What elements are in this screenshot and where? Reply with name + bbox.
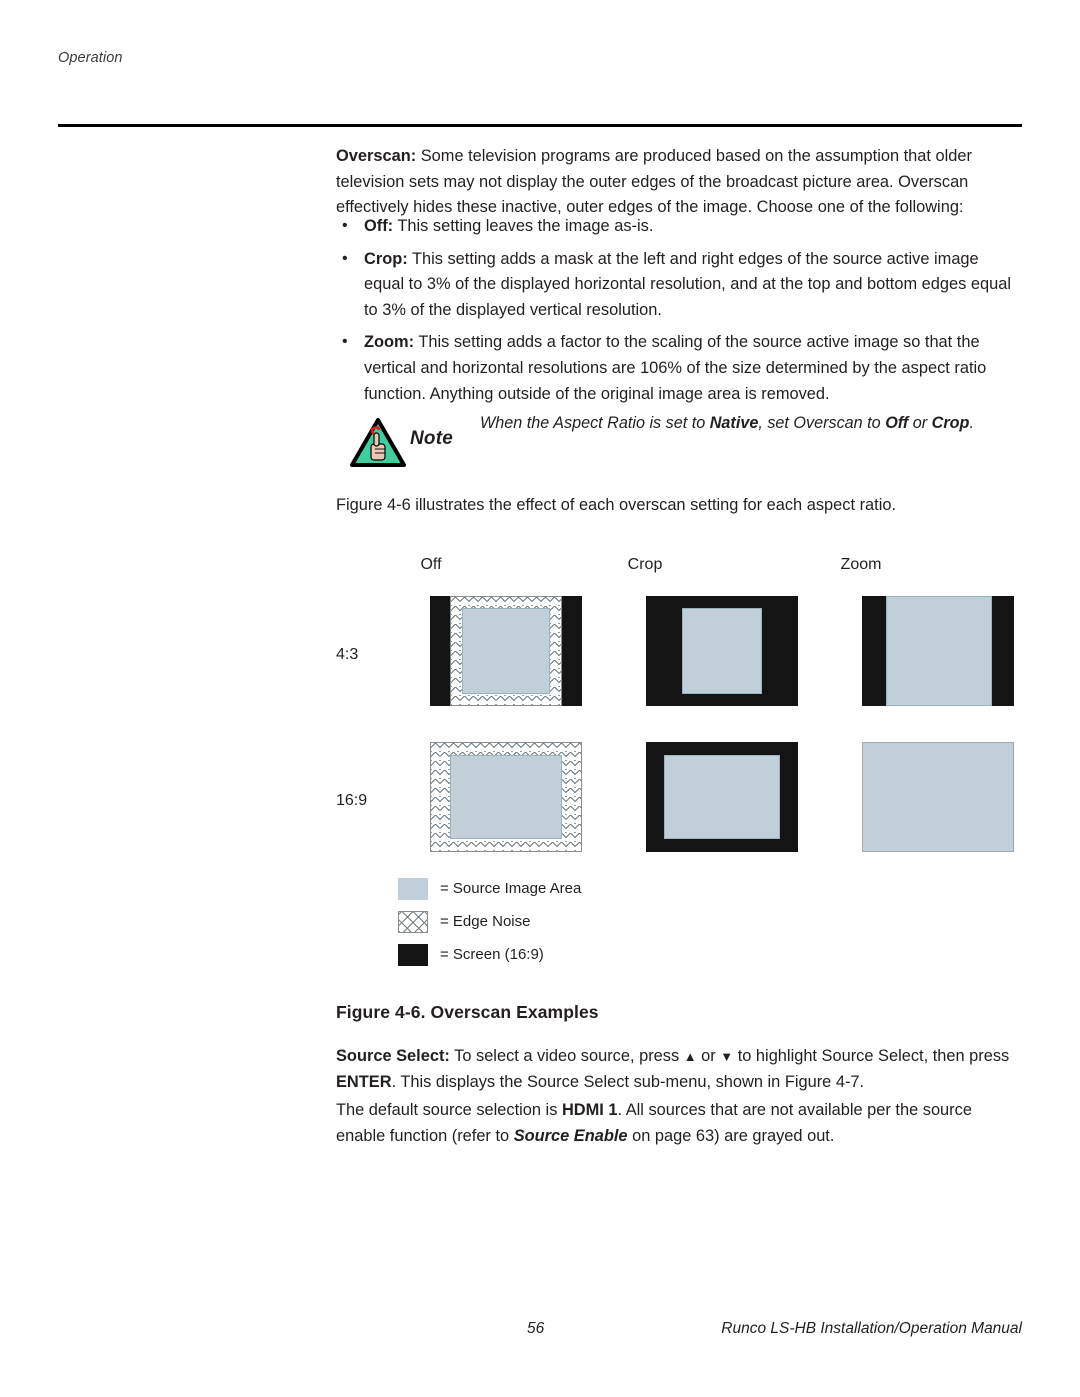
source-image-area	[462, 608, 550, 694]
overscan-label: Overscan:	[336, 147, 417, 165]
figure-reference-paragraph: Figure 4-6 illustrates the effect of eac…	[336, 493, 1022, 519]
figure-cell-off-16-9	[430, 742, 582, 852]
note-text-part-1: When the Aspect Ratio is set to	[480, 414, 710, 432]
up-arrow-icon: ▲	[683, 1049, 697, 1064]
note-text-part-2: , set Overscan to	[758, 414, 886, 432]
figure-row-header-4-3: 4:3	[336, 646, 359, 663]
note-off-keyword: Off	[885, 414, 909, 432]
list-item-off: Off: This setting leaves the image as-is…	[336, 213, 1022, 240]
figure-column-header-crop: Crop	[627, 556, 663, 573]
bullet-label-off: Off:	[364, 217, 394, 235]
bullet-text-off: This setting leaves the image as-is.	[393, 217, 654, 235]
source-select-text-2: to highlight Source Select, then press	[733, 1047, 1010, 1065]
source-image-area	[862, 742, 1014, 852]
source-image-area	[682, 608, 762, 694]
hdmi-1-label: HDMI 1	[561, 1101, 618, 1119]
bullet-label-zoom: Zoom:	[364, 333, 415, 352]
figure-cell-crop-16-9	[646, 742, 798, 852]
source-image-area	[886, 596, 992, 706]
list-item-zoom: Zoom: This setting adds a factor to the …	[336, 329, 1022, 407]
figure-column-header-zoom: Zoom	[840, 556, 882, 573]
header-rule	[58, 124, 1022, 127]
note-text: When the Aspect Ratio is set to Native, …	[480, 412, 1020, 435]
figure-row-header-16-9: 16:9	[336, 792, 368, 809]
list-item-crop: Crop: This setting adds a mask at the le…	[336, 246, 1022, 324]
overscan-text: Some television programs are produced ba…	[336, 147, 972, 217]
note-hand-triangle-icon	[350, 418, 406, 468]
down-arrow-icon: ▼	[720, 1049, 734, 1064]
figure-reference-text: Figure 4-6 illustrates the effect of eac…	[336, 496, 897, 514]
source-select-text-1: To select a video source, press	[449, 1047, 684, 1065]
legend-label-screen: = Screen (16:9)	[440, 946, 544, 963]
figure-caption: Figure 4-6. Overscan Examples	[336, 1002, 599, 1022]
source-enable-reference: Source Enable	[513, 1126, 628, 1145]
bullet-label-crop: Crop:	[364, 249, 408, 268]
legend-label-edge-noise: = Edge Noise	[440, 913, 531, 930]
legend-label-source-image-area: = Source Image Area	[440, 880, 582, 897]
figure-column-header-off: Off	[420, 556, 442, 573]
legend-row-screen: = Screen (16:9)	[398, 944, 698, 977]
legend-swatch-edge-noise	[398, 911, 428, 933]
figure-cell-crop-4-3	[646, 596, 798, 706]
source-select-paragraph: Source Select: To select a video source,…	[336, 1044, 1022, 1095]
source-select-label: Source Select:	[336, 1047, 450, 1065]
legend-swatch-screen	[398, 944, 428, 966]
footer-manual-title: Runco LS-HB Installation/Operation Manua…	[721, 1320, 1022, 1337]
running-header: Operation	[58, 50, 123, 66]
default-text-3: on page 63) are grayed out.	[627, 1126, 835, 1145]
overscan-paragraph: Overscan: Some television programs are p…	[336, 144, 1022, 221]
legend-row-edge-noise: = Edge Noise	[398, 911, 698, 944]
source-select-or: or	[696, 1047, 721, 1065]
source-image-area	[450, 755, 562, 839]
default-source-paragraph: The default source selection is HDMI 1. …	[336, 1098, 1022, 1149]
figure-legend: = Source Image Area = Edge Noise = Scree…	[398, 878, 698, 977]
bullet-text-zoom: This setting adds a factor to the scalin…	[364, 333, 987, 403]
source-image-area	[664, 755, 780, 839]
note-crop-keyword: Crop	[931, 414, 970, 432]
overscan-options-list: Off: This setting leaves the image as-is…	[336, 213, 1022, 414]
note-native-keyword: Native	[709, 414, 759, 432]
figure-cell-zoom-16-9	[862, 742, 1014, 852]
legend-row-source-image-area: = Source Image Area	[398, 878, 698, 911]
figure-cell-off-4-3	[430, 596, 582, 706]
default-text-1: The default source selection is	[336, 1101, 562, 1119]
note-label: Note	[410, 428, 454, 449]
source-select-text-3: . This displays the Source Select sub-me…	[391, 1072, 865, 1091]
enter-key-label: ENTER	[336, 1072, 392, 1091]
note-callout: Note When the Aspect Ratio is set to Nat…	[336, 406, 1022, 478]
figure-cell-zoom-4-3	[862, 596, 1014, 706]
bullet-text-crop: This setting adds a mask at the left and…	[364, 249, 1011, 319]
overscan-examples-figure: Off Crop Zoom 4:3 16:9	[336, 556, 1022, 866]
footer-page-number: 56	[527, 1320, 545, 1337]
note-text-part-4: .	[969, 414, 974, 432]
legend-swatch-source-image-area	[398, 878, 428, 900]
note-text-part-3: or	[908, 414, 932, 432]
